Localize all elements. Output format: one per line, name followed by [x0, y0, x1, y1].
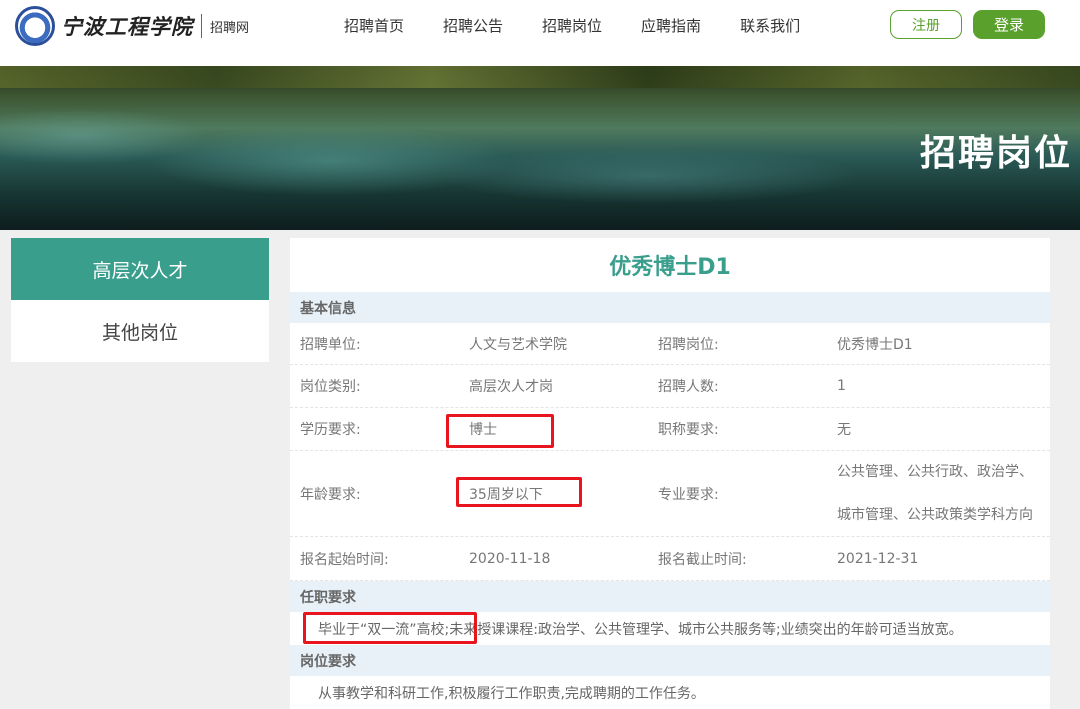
logo-school-name: 宁波工程学院	[61, 14, 193, 39]
sidebar-item-other-positions[interactable]: 其他岗位	[11, 300, 269, 362]
logo-divider	[201, 14, 202, 38]
field-value-age: 35周岁以下	[469, 486, 543, 503]
info-row: 招聘单位: 人文与艺术学院 招聘岗位: 优秀博士D1	[290, 323, 1050, 365]
field-value-start-date: 2020-11-18	[469, 550, 551, 567]
field-value-post: 优秀博士D1	[837, 336, 913, 353]
sidebar-item-high-level-talent[interactable]: 高层次人才	[11, 238, 269, 300]
school-emblem-icon	[15, 6, 55, 46]
section-job-header: 岗位要求	[290, 645, 1050, 676]
site-logo[interactable]: 宁波工程学院 招聘网	[15, 6, 249, 46]
position-detail-panel: 优秀博士D1 基本信息 招聘单位: 人文与艺术学院 招聘岗位: 优秀博士D1 岗…	[290, 238, 1050, 709]
nav-home[interactable]: 招聘首页	[344, 16, 404, 36]
site-header: 宁波工程学院 招聘网 招聘首页 招聘公告 招聘岗位 应聘指南 联系我们 注册 登…	[0, 0, 1080, 66]
info-row: 年龄要求: 35周岁以下 专业要求: 公共管理、公共行政、政治学、 城市管理、公…	[290, 451, 1050, 537]
qualification-text: 毕业于“双一流”高校;未来授课课程:政治学、公共管理学、城市公共服务等;业绩突出…	[318, 621, 963, 638]
register-button[interactable]: 注册	[890, 10, 962, 39]
field-value-major: 公共管理、公共行政、政治学、 城市管理、公共政策类学科方向	[837, 451, 1050, 536]
field-value-category: 高层次人才岗	[469, 379, 553, 395]
job-description-text: 从事教学和科研工作,积极履行工作职责,完成聘期的工作任务。	[318, 685, 705, 702]
major-line-1: 公共管理、公共行政、政治学、	[837, 463, 1033, 480]
field-value-end-date: 2021-12-31	[837, 550, 919, 567]
section-basic-info-header: 基本信息	[290, 292, 1050, 323]
info-row: 学历要求: 博士 职称要求: 无	[290, 408, 1050, 451]
field-label: 年龄要求:	[300, 486, 361, 503]
page-banner: 招聘岗位	[0, 66, 1080, 230]
login-button[interactable]: 登录	[973, 10, 1045, 39]
field-label: 职称要求:	[658, 422, 719, 438]
field-label: 报名截止时间:	[658, 551, 747, 568]
field-label: 专业要求:	[658, 486, 719, 503]
main-nav: 招聘首页 招聘公告 招聘岗位 应聘指南 联系我们	[344, 16, 839, 36]
nav-guide[interactable]: 应聘指南	[641, 16, 701, 36]
nav-announcements[interactable]: 招聘公告	[443, 16, 503, 36]
field-label: 学历要求:	[300, 422, 361, 438]
banner-decoration	[0, 66, 1080, 88]
field-label: 招聘岗位:	[658, 336, 719, 353]
field-label: 招聘人数:	[658, 379, 719, 395]
field-value-education: 博士	[469, 422, 497, 438]
banner-title: 招聘岗位	[919, 133, 1072, 174]
info-row: 岗位类别: 高层次人才岗 招聘人数: 1	[290, 365, 1050, 408]
field-value-count: 1	[837, 378, 846, 394]
section-qualification-header: 任职要求	[290, 581, 1050, 612]
field-label: 岗位类别:	[300, 379, 361, 395]
nav-positions[interactable]: 招聘岗位	[542, 16, 602, 36]
field-value-title-requirement: 无	[837, 422, 851, 438]
logo-subtitle: 招聘网	[210, 20, 250, 36]
field-value-unit: 人文与艺术学院	[469, 336, 567, 353]
field-label: 报名起始时间:	[300, 551, 389, 568]
nav-contact[interactable]: 联系我们	[740, 16, 800, 36]
category-sidebar: 高层次人才 其他岗位	[11, 238, 269, 362]
position-title: 优秀博士D1	[609, 255, 731, 280]
info-row: 报名起始时间: 2020-11-18 报名截止时间: 2021-12-31	[290, 537, 1050, 581]
major-line-2: 城市管理、公共政策类学科方向	[837, 506, 1033, 523]
field-label: 招聘单位:	[300, 336, 361, 353]
